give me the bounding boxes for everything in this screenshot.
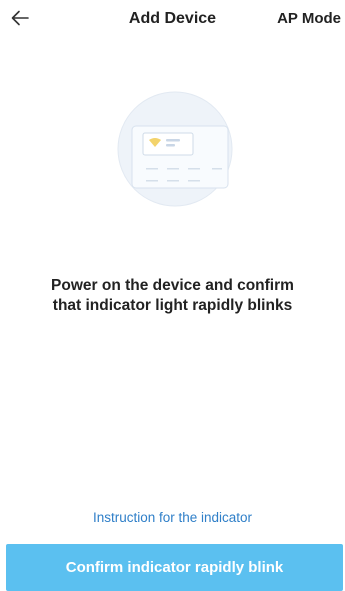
instruction-message: Power on the device and confirm that ind…	[20, 276, 325, 316]
device-indicator-illustration	[116, 90, 234, 208]
message-line-2: that indicator light rapidly blinks	[52, 297, 293, 314]
indicator-instruction-link[interactable]: Instruction for the indicator	[0, 510, 345, 525]
add-device-screen: Add Device AP Mode Power on the device a…	[0, 0, 345, 591]
ap-mode-button[interactable]: AP Mode	[277, 10, 341, 27]
header-bar: Add Device AP Mode	[0, 0, 345, 40]
message-line-1: Power on the device and confirm	[51, 277, 294, 294]
confirm-blink-button[interactable]: Confirm indicator rapidly blink	[6, 544, 343, 591]
